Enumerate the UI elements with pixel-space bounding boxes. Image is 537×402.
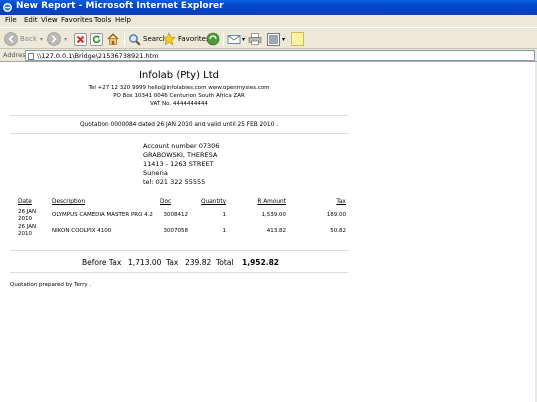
menu-file[interactable]: File — [5, 16, 17, 24]
forward-button[interactable]: ▾ — [47, 31, 67, 47]
menu-bar: File Edit View Favorites Tools Help — [0, 15, 537, 27]
quotation-line: Quotation 0000084 dated 26 JAN 2010 and … — [79, 122, 278, 128]
chevron-down-icon[interactable]: ▾ — [282, 36, 285, 43]
column-header-tax: Tax — [336, 199, 346, 205]
row-tax: 189.00 — [326, 212, 346, 218]
divider — [10, 250, 348, 251]
favorites-label: Favorites — [178, 35, 210, 43]
row-amount: 413.82 — [266, 228, 286, 234]
refresh-icon — [90, 32, 103, 46]
internet-explorer-icon — [3, 3, 12, 12]
row-doc: 3007058 — [163, 228, 189, 234]
refresh-button[interactable] — [90, 31, 103, 47]
toolbar-separator — [124, 32, 125, 46]
note-icon — [291, 32, 304, 46]
back-button[interactable]: Back ▾ — [4, 31, 43, 47]
chevron-down-icon[interactable]: ▾ — [40, 36, 43, 43]
ie-window: New Report - Microsoft Internet Explorer… — [0, 0, 537, 402]
account-city: Suneria — [143, 169, 168, 177]
total-label: Total — [216, 258, 234, 267]
toolbar-separator — [223, 32, 224, 46]
chevron-down-icon[interactable]: ▾ — [242, 36, 245, 43]
chevron-down-icon[interactable]: ▾ — [64, 36, 67, 43]
page-icon — [28, 53, 34, 60]
window-title: New Report - Microsoft Internet Explorer — [16, 1, 224, 11]
column-header-date: Date — [18, 199, 32, 205]
account-number: Account number 07306 — [143, 142, 220, 150]
messenger-button[interactable] — [291, 31, 304, 47]
stop-button[interactable] — [74, 31, 87, 47]
star-icon — [162, 32, 176, 46]
row-quantity: 1 — [222, 212, 227, 218]
stop-icon — [74, 32, 87, 46]
home-icon — [107, 33, 119, 45]
row-description: OLYMPUS CAMEDIA MASTER PRO 4.2 — [52, 212, 153, 218]
menu-help[interactable]: Help — [115, 16, 131, 24]
back-label: Back — [20, 35, 37, 43]
menu-favorites[interactable]: Favorites — [61, 16, 93, 24]
row-date: 26 JAN — [18, 209, 37, 215]
row-date-year: 2010 — [18, 216, 32, 222]
address-input[interactable]: \\127.0.0.1\Bridge\21536738921.htm — [25, 50, 535, 61]
before-tax-value: 1,713.00 — [128, 258, 162, 267]
title-bar[interactable]: New Report - Microsoft Internet Explorer — [0, 0, 537, 15]
account-name: GRABOWSKI, THERESA — [143, 151, 218, 159]
menu-edit[interactable]: Edit — [24, 16, 38, 24]
address-url: \\127.0.0.1\Bridge\21536738921.htm — [37, 52, 159, 60]
divider — [10, 272, 348, 273]
column-header-quantity: Quantity — [201, 199, 227, 205]
forward-arrow-icon — [47, 32, 61, 46]
company-name: Infolab (Pty) Ltd — [138, 70, 220, 81]
edit-button[interactable]: ▾ — [267, 31, 285, 47]
toolbar: Back ▾ ▾ Search Favorites ▾ ▾ — [0, 27, 537, 49]
row-quantity: 1 — [222, 228, 227, 234]
divider — [10, 115, 348, 116]
column-header-amount: R Amount — [257, 199, 286, 205]
tax-label: Tax — [166, 258, 179, 267]
tax-value: 239.82 — [185, 258, 212, 267]
media-button[interactable] — [206, 31, 220, 47]
edit-page-icon — [267, 32, 280, 46]
row-date-year: 2010 — [18, 231, 32, 237]
printer-icon — [248, 33, 262, 45]
before-tax-label: Before Tax — [82, 258, 122, 267]
row-date: 26 JAN — [18, 224, 37, 230]
row-description: NIKON COOLPIX 4100 — [52, 228, 112, 234]
column-header-description: Description — [52, 199, 86, 205]
address-bar: Address \\127.0.0.1\Bridge\21536738921.h… — [0, 49, 537, 62]
favorites-button[interactable]: Favorites — [162, 31, 210, 47]
row-amount: 1,539.00 — [261, 212, 287, 218]
mail-button[interactable]: ▾ — [227, 31, 245, 47]
search-icon — [129, 33, 141, 46]
prepared-by: Quotation prepared by Terry . — [10, 282, 92, 288]
menu-tools[interactable]: Tools — [94, 16, 111, 24]
po-box-line: PO Box 10341 0046 Centurion South Africa… — [113, 93, 245, 99]
divider — [10, 133, 348, 134]
row-doc: 3008412 — [163, 212, 189, 218]
account-street: 11413 - 1263 STREET — [143, 160, 214, 168]
mail-icon — [227, 35, 241, 44]
total-value: 1,952.82 — [242, 258, 280, 267]
contact-line: Tel +27 12 320 9999 hello@infolabies.com… — [88, 85, 270, 91]
report-page: Infolab (Pty) Ltd Tel +27 12 320 9999 he… — [0, 62, 537, 402]
print-button[interactable] — [248, 31, 262, 47]
column-header-doc: Doc — [160, 199, 172, 205]
menu-view[interactable]: View — [41, 16, 58, 24]
home-button[interactable] — [106, 31, 120, 47]
account-tel: tel: 021 322 55555 — [143, 178, 206, 186]
vat-line: VAT No. 4444444444 — [150, 101, 208, 107]
back-arrow-icon — [4, 32, 18, 46]
row-tax: 50.82 — [330, 228, 346, 234]
media-icon — [206, 32, 220, 46]
